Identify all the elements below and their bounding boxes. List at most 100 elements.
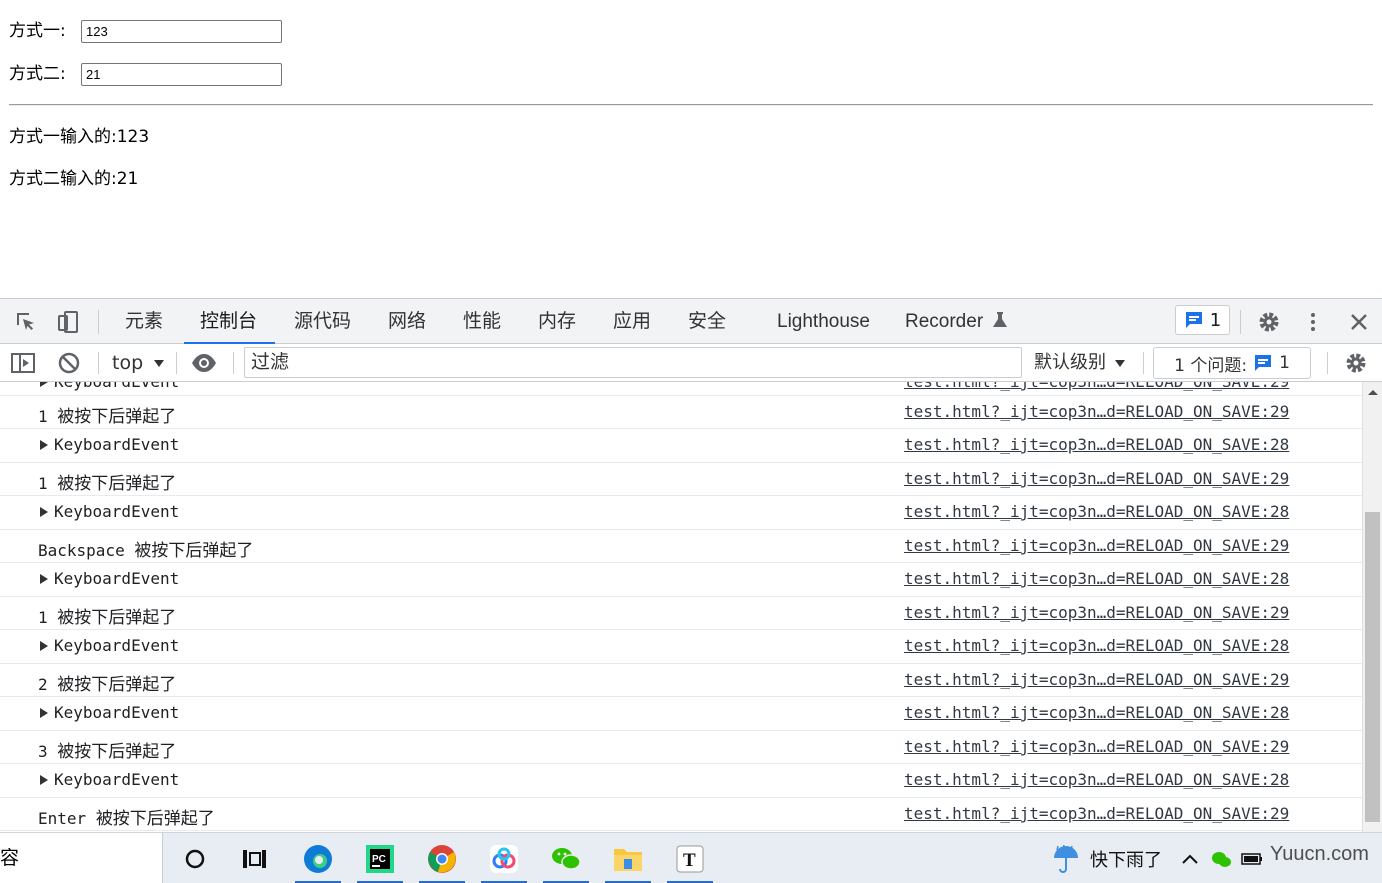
console-source-link[interactable]: test.html?_ijt=cop3n…d=RELOAD_ON_SAVE:29: [904, 469, 1289, 488]
console-source-link[interactable]: test.html?_ijt=cop3n…d=RELOAD_ON_SAVE:29: [904, 536, 1289, 555]
issues-badge-button[interactable]: 1: [1175, 305, 1230, 335]
devtools-tabbar: 元素 控制台 源代码 网络 性能 内存 应用 安全 Lighthouse Rec…: [0, 299, 1382, 345]
device-toolbar-icon[interactable]: [55, 309, 81, 335]
flask-icon: [993, 312, 1008, 327]
console-source-link[interactable]: test.html?_ijt=cop3n…d=RELOAD_ON_SAVE:28: [904, 435, 1289, 454]
cortana-circle-icon[interactable]: [170, 833, 220, 883]
console-source-link[interactable]: test.html?_ijt=cop3n…d=RELOAD_ON_SAVE:29: [904, 804, 1289, 823]
task-view-icon[interactable]: [229, 833, 279, 883]
console-row[interactable]: 1 被按下后弹起了 test.html?_ijt=cop3n…d=RELOAD_O…: [0, 396, 1362, 429]
sidebar-toggle-icon[interactable]: [10, 350, 36, 376]
console-row[interactable]: 1 被按下后弹起了 test.html?_ijt=cop3n…d=RELOAD_O…: [0, 463, 1362, 496]
console-row[interactable]: Backspace 被按下后弹起了 test.html?_ijt=cop3n…d=…: [0, 530, 1362, 563]
console-message: 1 被按下后弹起了: [38, 603, 176, 628]
separator: [1327, 352, 1328, 374]
tray-battery-icon[interactable]: [1237, 833, 1267, 883]
live-expression-eye-icon[interactable]: [191, 350, 217, 376]
expand-triangle-icon[interactable]: [40, 641, 48, 651]
edge-browser-icon[interactable]: [293, 833, 343, 883]
expand-triangle-icon[interactable]: [40, 574, 48, 584]
console-source-link[interactable]: test.html?_ijt=cop3n…d=RELOAD_ON_SAVE:29: [904, 737, 1289, 756]
issues-badge-count: 1: [1209, 309, 1222, 331]
console-log-text: 被按下后弹起了: [134, 541, 254, 561]
scrollbar-thumb[interactable]: [1365, 512, 1380, 822]
console-message: 3 被按下后弹起了: [38, 737, 176, 762]
tray-wechat-icon[interactable]: [1206, 833, 1236, 883]
console-source-link[interactable]: test.html?_ijt=cop3n…d=RELOAD_ON_SAVE:29: [904, 603, 1289, 622]
console-source-link[interactable]: test.html?_ijt=cop3n…d=RELOAD_ON_SAVE:28: [904, 569, 1289, 588]
wechat-icon[interactable]: [541, 833, 591, 883]
baidu-netdisk-icon[interactable]: [479, 833, 529, 883]
screen: 方式一: 123 方式二: 21 方式一输入的:123 方式二输入的:21 元素…: [0, 0, 1382, 883]
console-source-link[interactable]: test.html?_ijt=cop3n…d=RELOAD_ON_SAVE:29: [904, 402, 1289, 421]
field1-input[interactable]: 123: [81, 20, 282, 43]
console-source-link[interactable]: test.html?_ijt=cop3n…d=RELOAD_ON_SAVE:28: [904, 703, 1289, 722]
filter-input[interactable]: 过滤: [244, 347, 1022, 378]
issues-button[interactable]: 1 个问题: 1: [1153, 347, 1311, 379]
dropdown-arrow-icon: [154, 360, 165, 367]
console-row[interactable]: KeyboardEvent test.html?_ijt=cop3n…d=RELO…: [0, 764, 1362, 798]
tab-network[interactable]: 网络: [388, 299, 426, 344]
tab-performance[interactable]: 性能: [463, 299, 501, 344]
tab-application[interactable]: 应用: [613, 299, 651, 344]
close-icon[interactable]: [1346, 309, 1372, 335]
more-options-icon[interactable]: [1300, 309, 1326, 335]
console-source-link[interactable]: test.html?_ijt=cop3n…d=RELOAD_ON_SAVE:28: [904, 636, 1289, 655]
console-output: KeyboardEvent test.html?_ijt=cop3n…d=REL…: [0, 382, 1362, 833]
weather-widget[interactable]: 快下雨了: [1052, 833, 1162, 883]
expand-triangle-icon[interactable]: [40, 382, 48, 387]
watermark-text: Yuucn.com: [1270, 843, 1369, 865]
tab-recorder[interactable]: Recorder: [905, 299, 1008, 344]
console-row[interactable]: KeyboardEvent test.html?_ijt=cop3n…d=RELO…: [0, 563, 1362, 597]
console-message: KeyboardEvent: [38, 502, 179, 521]
tab-elements[interactable]: 元素: [125, 299, 163, 344]
taskbar-search-box[interactable]: 容: [0, 833, 163, 883]
console-row-partial[interactable]: KeyboardEvent test.html?_ijt=cop3n…d=REL…: [0, 382, 1362, 396]
console-row[interactable]: KeyboardEvent test.html?_ijt=cop3n…d=RELO…: [0, 496, 1362, 530]
console-scrollbar[interactable]: [1362, 382, 1382, 833]
console-row[interactable]: 1 被按下后弹起了 test.html?_ijt=cop3n…d=RELOAD_O…: [0, 597, 1362, 630]
expand-triangle-icon[interactable]: [40, 775, 48, 785]
console-row[interactable]: KeyboardEvent test.html?_ijt=cop3n…d=RELO…: [0, 697, 1362, 731]
tab-memory[interactable]: 内存: [538, 299, 576, 344]
tray-chevron-up-icon[interactable]: [1170, 833, 1210, 883]
console-object-label: KeyboardEvent: [54, 569, 180, 588]
console-object-label: KeyboardEvent: [54, 502, 180, 521]
file-explorer-icon[interactable]: [603, 833, 653, 883]
console-row[interactable]: KeyboardEvent test.html?_ijt=cop3n…d=RELO…: [0, 630, 1362, 664]
tab-lighthouse[interactable]: Lighthouse: [777, 299, 870, 344]
console-object-label: KeyboardEvent: [54, 703, 180, 722]
console-row[interactable]: 3 被按下后弹起了 test.html?_ijt=cop3n…d=RELOAD_O…: [0, 731, 1362, 764]
tab-console[interactable]: 控制台: [183, 299, 276, 345]
expand-triangle-icon[interactable]: [40, 708, 48, 718]
chrome-browser-icon[interactable]: [417, 833, 467, 883]
expand-triangle-icon[interactable]: [40, 440, 48, 450]
clear-console-icon[interactable]: [56, 350, 82, 376]
log-levels-dropdown[interactable]: 默认级别: [1034, 344, 1126, 382]
settings-gear-icon[interactable]: [1256, 309, 1282, 335]
console-source-link[interactable]: test.html?_ijt=cop3n…d=RELOAD_ON_SAVE:29: [904, 382, 1289, 391]
typora-icon[interactable]: T: [665, 833, 715, 883]
output2-text: 方式二输入的:21: [9, 169, 139, 189]
console-log-text: 被按下后弹起了: [57, 407, 177, 427]
pycharm-icon[interactable]: PC: [355, 833, 405, 883]
scroll-up-arrow-icon: [1368, 390, 1378, 395]
issues-label: 1 个问题:: [1174, 355, 1248, 376]
field2-input[interactable]: 21: [81, 63, 282, 86]
console-settings-gear-icon[interactable]: [1343, 350, 1369, 376]
context-selector[interactable]: top: [112, 344, 165, 382]
console-log-text: 被按下后弹起了: [57, 608, 177, 628]
devtools-panel: 元素 控制台 源代码 网络 性能 内存 应用 安全 Lighthouse Rec…: [0, 298, 1382, 833]
tab-recorder-label: Recorder: [905, 311, 984, 332]
console-source-link[interactable]: test.html?_ijt=cop3n…d=RELOAD_ON_SAVE:28: [904, 502, 1289, 521]
console-row[interactable]: 2 被按下后弹起了 test.html?_ijt=cop3n…d=RELOAD_O…: [0, 664, 1362, 697]
separator: [1143, 352, 1144, 374]
tab-security[interactable]: 安全: [688, 299, 726, 344]
console-source-link[interactable]: test.html?_ijt=cop3n…d=RELOAD_ON_SAVE:29: [904, 670, 1289, 689]
expand-triangle-icon[interactable]: [40, 507, 48, 517]
tab-sources[interactable]: 源代码: [294, 299, 351, 344]
console-source-link[interactable]: test.html?_ijt=cop3n…d=RELOAD_ON_SAVE:28: [904, 770, 1289, 789]
console-row[interactable]: Enter 被按下后弹起了 test.html?_ijt=cop3n…d=RELO…: [0, 798, 1362, 831]
console-row[interactable]: KeyboardEvent test.html?_ijt=cop3n…d=RELO…: [0, 429, 1362, 463]
inspect-element-icon[interactable]: [13, 309, 39, 335]
